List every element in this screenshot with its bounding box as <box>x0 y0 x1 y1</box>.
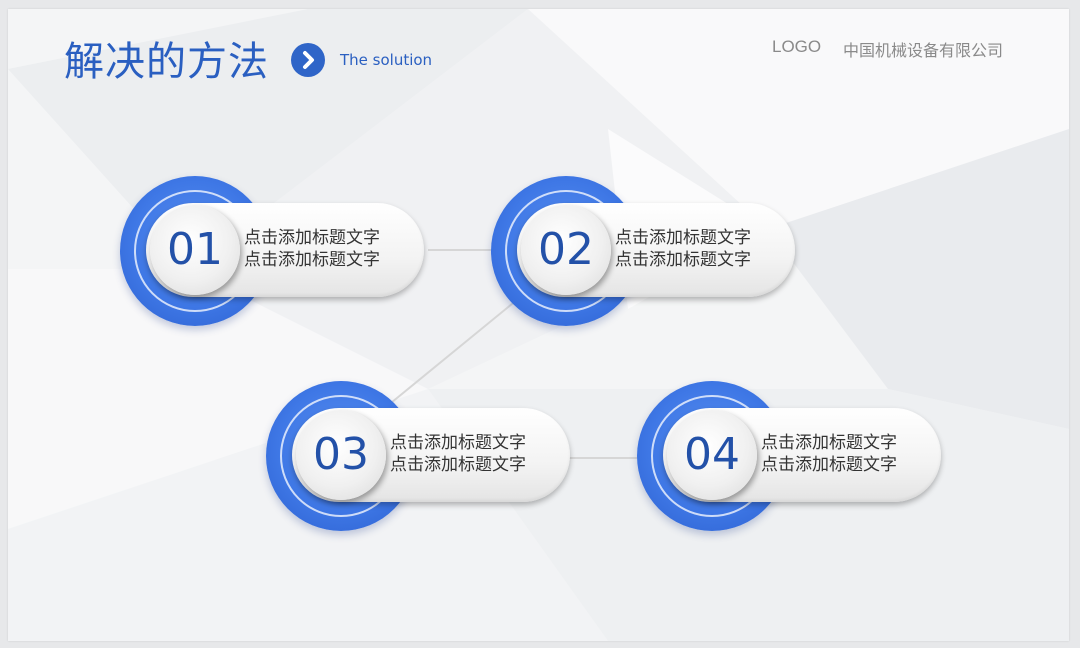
step-item-04[interactable]: 04 点击添加标题文字 点击添加标题文字 <box>637 381 947 531</box>
step-text-line-1: 点击添加标题文字 <box>390 433 526 453</box>
step-text[interactable]: 点击添加标题文字 点击添加标题文字 <box>390 432 565 476</box>
step-text-line-2: 点击添加标题文字 <box>390 455 526 475</box>
step-text-line-2: 点击添加标题文字 <box>761 455 897 475</box>
step-item-02[interactable]: 02 点击添加标题文字 点击添加标题文字 <box>491 176 801 326</box>
step-text-line-2: 点击添加标题文字 <box>615 250 751 270</box>
step-number: 04 <box>684 429 740 480</box>
step-number: 02 <box>538 224 594 275</box>
step-number: 01 <box>167 224 223 275</box>
step-text[interactable]: 点击添加标题文字 点击添加标题文字 <box>761 432 936 476</box>
step-item-03[interactable]: 03 点击添加标题文字 点击添加标题文字 <box>266 381 576 531</box>
step-text-line-2: 点击添加标题文字 <box>244 250 380 270</box>
step-text-line-1: 点击添加标题文字 <box>615 228 751 248</box>
step-item-01[interactable]: 01 点击添加标题文字 点击添加标题文字 <box>120 176 430 326</box>
step-number: 03 <box>313 429 369 480</box>
step-text-line-1: 点击添加标题文字 <box>761 433 897 453</box>
slide: 解决的方法 The solution LOGO 中国机械设备有限公司 01 点击… <box>8 9 1069 641</box>
step-text[interactable]: 点击添加标题文字 点击添加标题文字 <box>615 227 790 271</box>
step-text-line-1: 点击添加标题文字 <box>244 228 380 248</box>
step-text[interactable]: 点击添加标题文字 点击添加标题文字 <box>244 227 419 271</box>
